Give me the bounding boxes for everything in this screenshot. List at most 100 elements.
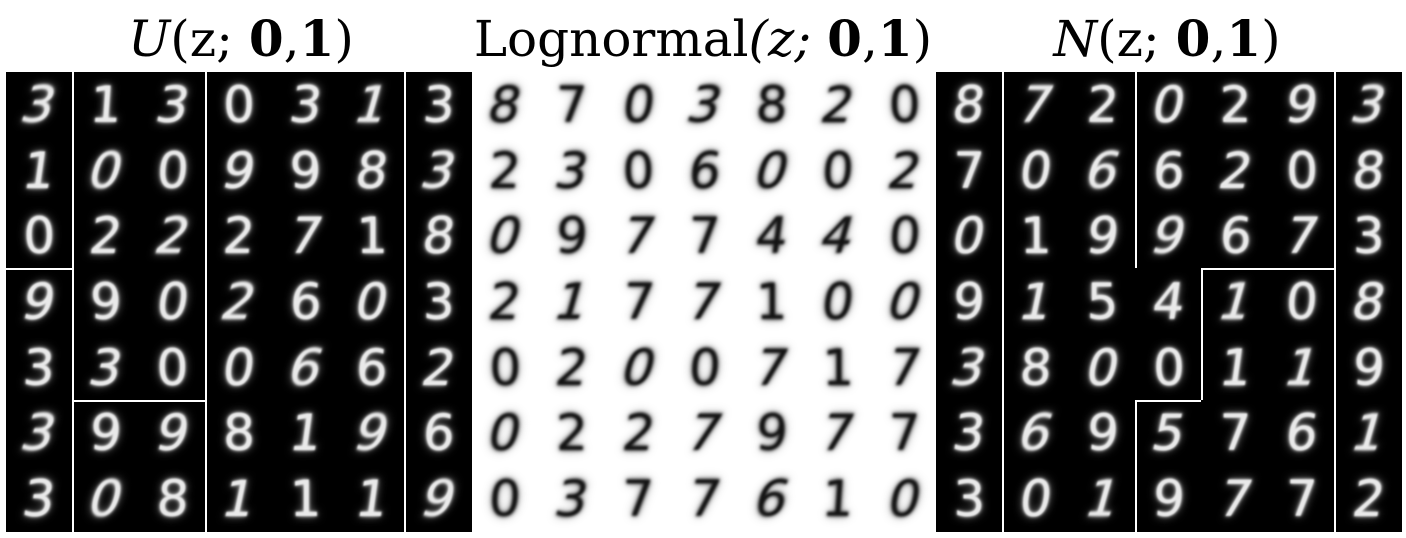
sample-cell: 1	[272, 466, 339, 532]
sample-cell: 7	[1268, 203, 1336, 270]
sample-cell: 7	[605, 466, 672, 532]
sample-cell: 7	[936, 137, 1003, 204]
dist-name: N	[1053, 10, 1098, 68]
dist-name: U	[128, 10, 171, 68]
param-mean: 0	[248, 9, 284, 68]
sample-cell: 0	[804, 269, 872, 335]
sample-cell: 0	[671, 334, 739, 401]
generated-digit: 2	[551, 338, 592, 397]
uniform-panel-title: U(z; 0,1)	[6, 6, 476, 72]
sample-cell: 2	[472, 137, 539, 204]
grid-separator	[1135, 72, 1137, 268]
dist-args: (z;	[748, 10, 812, 68]
generated-digit: 6	[1011, 404, 1061, 463]
param-mean: 0	[827, 9, 862, 68]
normal-sample-grid: 8720293706620801996739154108380011936957…	[936, 72, 1402, 532]
generated-digit: 7	[888, 404, 921, 463]
dist-name: Lognormal	[473, 10, 749, 68]
generated-digit: 1	[547, 272, 597, 331]
sample-cell: 8	[1335, 269, 1402, 335]
generated-digit: 9	[1282, 75, 1323, 134]
generated-digit: 0	[219, 338, 259, 397]
sample-cell: 4	[804, 203, 872, 270]
sample-cell: 0	[472, 400, 539, 467]
generated-digit: 2	[1348, 470, 1389, 529]
sample-cell: 0	[871, 466, 938, 532]
generated-digit: 0	[618, 75, 659, 134]
sample-cell: 7	[605, 269, 672, 335]
generated-digit: 0	[820, 141, 857, 200]
generated-digit: 7	[689, 207, 721, 266]
generated-digit: 7	[620, 272, 657, 331]
generated-digit: 0	[818, 272, 859, 331]
generated-digit: 0	[23, 207, 56, 266]
generated-digit: 9	[1144, 207, 1194, 266]
generated-digit: 9	[753, 404, 790, 463]
sample-cell: 0	[139, 137, 206, 204]
sample-cell: 9	[1069, 400, 1136, 467]
generated-digit: 3	[949, 404, 990, 463]
generated-digit: 7	[1219, 404, 1252, 463]
sample-cell: 9	[6, 269, 73, 335]
sample-cell: 3	[936, 400, 1003, 467]
generated-digit: 0	[1153, 338, 1185, 397]
generated-digit: 8	[352, 141, 393, 200]
sample-cell: 2	[538, 400, 606, 467]
generated-digit: 3	[945, 338, 994, 397]
generated-digit: 1	[19, 141, 60, 200]
generated-digit: 0	[487, 470, 524, 529]
sample-cell: 1	[1069, 466, 1136, 532]
sample-cell: 0	[1002, 466, 1070, 532]
sample-cell: 8	[738, 72, 805, 138]
generated-digit: 4	[1149, 272, 1189, 331]
sample-cell: 7	[871, 334, 938, 401]
sample-cell: 7	[671, 466, 739, 532]
generated-digit: 0	[481, 207, 530, 266]
sample-cell: 7	[671, 400, 739, 467]
sample-cell: 6	[671, 137, 739, 204]
generated-digit: 0	[882, 470, 927, 529]
grid-separator	[72, 400, 205, 402]
generated-digit: 0	[1284, 272, 1321, 331]
sample-cell: 7	[538, 72, 606, 138]
sample-cell: 7	[804, 400, 872, 467]
sample-cell: 9	[72, 269, 140, 335]
sample-cell: 0	[605, 72, 672, 138]
generated-digit: 1	[289, 470, 322, 529]
generated-digit: 2	[416, 338, 461, 397]
generated-digit: 7	[616, 207, 661, 266]
sample-cell: 0	[871, 203, 938, 270]
generated-digit: 2	[1219, 75, 1252, 134]
generated-digit: 7	[816, 404, 861, 463]
sample-cell: 9	[1069, 203, 1136, 270]
sample-cell: 0	[338, 269, 406, 335]
sample-cell: 3	[405, 269, 472, 335]
generated-digit: 7	[953, 141, 986, 200]
sample-cell: 0	[472, 334, 539, 401]
generated-digit: 7	[1280, 207, 1325, 266]
generated-digit: 6	[281, 338, 330, 397]
sample-cell: 8	[472, 72, 539, 138]
generated-digit: 3	[549, 470, 594, 529]
generated-digit: 9	[1350, 338, 1387, 397]
lognormal-sample-grid: 8703820230600209774402177100020071702279…	[472, 72, 938, 532]
sample-cell: 3	[139, 72, 206, 138]
generated-digit: 6	[420, 404, 457, 463]
generated-digit: 8	[1348, 141, 1389, 200]
sample-cell: 2	[472, 269, 539, 335]
sample-cell: 2	[871, 137, 938, 204]
sample-cell: 3	[936, 466, 1003, 532]
sample-cell: 7	[1268, 466, 1336, 532]
sample-cell: 9	[139, 400, 206, 467]
grid-separator	[1334, 72, 1336, 532]
sample-cell: 9	[72, 400, 140, 467]
sample-cell: 3	[272, 72, 339, 138]
generated-digit: 0	[1080, 338, 1125, 397]
sample-cell: 1	[1335, 400, 1402, 467]
generated-digit: 4	[813, 207, 863, 266]
sample-cell: 9	[738, 400, 805, 467]
generated-digit: 7	[749, 338, 794, 397]
grid-separator	[1201, 268, 1334, 270]
generated-digit: 1	[356, 207, 389, 266]
sample-cell: 2	[139, 203, 206, 270]
